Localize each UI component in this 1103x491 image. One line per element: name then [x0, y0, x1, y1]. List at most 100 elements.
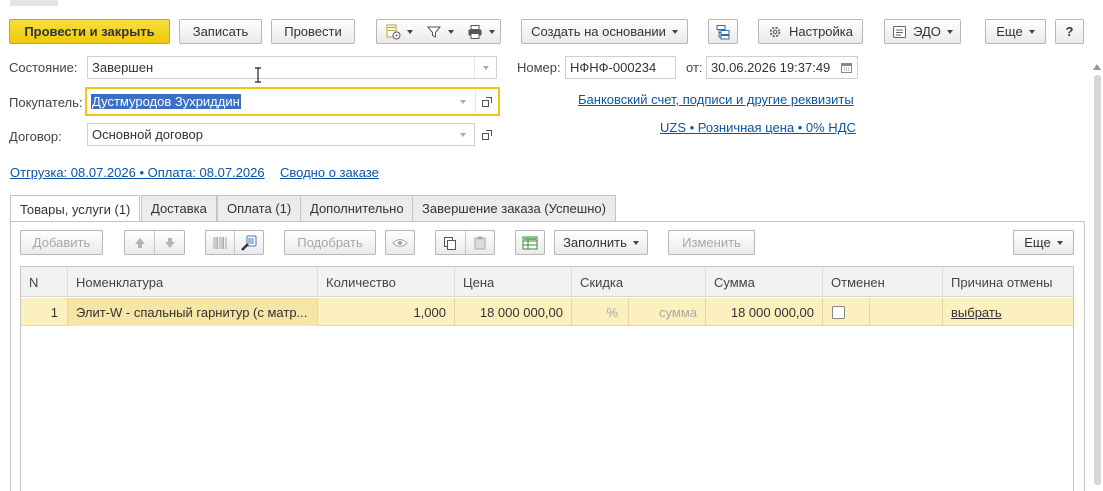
calendar-button[interactable] [835, 57, 857, 78]
change-button[interactable]: Изменить [668, 230, 755, 255]
report-gear-button[interactable] [377, 20, 419, 43]
barcode-buttons-group [205, 230, 264, 255]
scanner-button[interactable] [235, 235, 263, 251]
column-header-quantity[interactable]: Количество [318, 267, 455, 297]
row-cancel-reason[interactable]: выбрать [943, 298, 1073, 326]
more-button[interactable]: Еще [985, 19, 1046, 44]
status-value: Завершен [92, 60, 154, 75]
barcode-scanner-icon [241, 235, 257, 251]
calendar-icon [840, 63, 852, 73]
column-header-cancelled[interactable]: Отменен [823, 267, 943, 297]
copy-button[interactable] [436, 236, 465, 250]
number-label: Номер: [517, 60, 561, 75]
table-more-button[interactable]: Еще [1013, 230, 1074, 255]
number-value: НФНФ-000234 [570, 60, 657, 75]
barcode-button[interactable] [206, 236, 234, 250]
move-down-button[interactable] [155, 237, 184, 249]
eye-icon [392, 238, 408, 247]
create-based-on-button[interactable]: Создать на основании [521, 19, 688, 44]
buyer-value: Дустмуродов Зухриддин [91, 94, 241, 109]
column-header-discount[interactable]: Скидка [572, 267, 706, 297]
open-link-icon [482, 129, 492, 140]
order-summary-link[interactable]: Сводно о заказе [280, 165, 379, 180]
arrow-down-icon [164, 237, 175, 248]
text-cursor-icon [255, 67, 261, 83]
create-based-on-label: Создать на основании [531, 24, 666, 39]
row-cancelled-checkbox[interactable] [832, 305, 845, 319]
paste-icon [474, 236, 486, 249]
status-dropdown-button[interactable] [474, 57, 496, 78]
column-header-n[interactable]: N [21, 267, 68, 297]
view-button[interactable] [385, 230, 415, 255]
structure-button[interactable] [708, 19, 738, 44]
contract-field[interactable]: Основной договор [87, 123, 475, 146]
copy-paste-group [435, 230, 495, 255]
column-header-cancel-reason[interactable]: Причина отмены [943, 267, 1073, 297]
contract-dropdown-button[interactable] [452, 124, 474, 145]
column-header-sum[interactable]: Сумма [706, 267, 823, 297]
barcode-icon [213, 236, 227, 249]
row-item[interactable]: Элит-W - спальный гарнитур (с матр... [68, 298, 318, 326]
fill-button[interactable]: Заполнить [554, 230, 648, 255]
move-up-button[interactable] [125, 237, 154, 249]
arrow-up-icon [134, 237, 145, 248]
fill-from-table-button[interactable] [515, 230, 545, 255]
fill-label: Заполнить [563, 235, 627, 250]
row-quantity[interactable]: 1,000 [318, 298, 455, 326]
row-sum[interactable]: 18 000 000,00 [706, 298, 823, 326]
column-header-item[interactable]: Номенклатура [68, 267, 318, 297]
more-label: Еще [996, 24, 1023, 39]
printer-icon [468, 24, 482, 39]
help-button[interactable]: ? [1055, 19, 1084, 44]
post-button[interactable]: Провести [271, 19, 355, 44]
bank-account-link[interactable]: Банковский счет, подписи и другие реквиз… [578, 92, 854, 107]
vertical-scrollbar-thumb[interactable] [1094, 75, 1101, 485]
status-label: Состояние: [9, 60, 78, 75]
cancel-reason-link[interactable]: выбрать [951, 305, 1002, 320]
contract-value: Основной договор [92, 127, 203, 142]
move-buttons-group [124, 230, 185, 255]
funnel-icon [426, 26, 442, 38]
tab-order-completion[interactable]: Завершение заказа (Успешно) [412, 195, 616, 221]
tab-additional[interactable]: Дополнительно [300, 195, 414, 221]
tab-goods-services[interactable]: Товары, услуги (1) [10, 195, 141, 222]
print-forms-group [376, 19, 501, 44]
buyer-field[interactable]: Дустмуродов Зухриддин [85, 87, 500, 116]
shipment-payment-link[interactable]: Отгрузка: 08.07.2026 • Оплата: 08.07.202… [10, 165, 265, 180]
settings-button[interactable]: Настройка [758, 19, 863, 44]
copy-icon [444, 236, 457, 250]
status-field[interactable]: Завершен [87, 56, 497, 79]
edo-button[interactable]: ЭДО [884, 19, 961, 44]
settings-label: Настройка [789, 24, 853, 39]
top-tab-fragment [10, 0, 58, 6]
row-number: 1 [21, 298, 68, 326]
contract-open-button[interactable] [476, 123, 498, 146]
number-field[interactable]: НФНФ-000234 [565, 56, 676, 79]
row-price[interactable]: 18 000 000,00 [455, 298, 572, 326]
date-field[interactable]: 30.06.2026 19:37:49 [706, 56, 858, 79]
gear-icon [769, 26, 781, 37]
table-more-label: Еще [1024, 235, 1051, 250]
chevron-down-icon [460, 99, 466, 104]
chevron-down-icon [482, 65, 489, 70]
filter-button[interactable] [419, 20, 460, 43]
scroll-up-arrow-icon[interactable] [1093, 64, 1101, 70]
tab-delivery[interactable]: Доставка [141, 195, 217, 221]
row-discount-percent[interactable]: % [572, 298, 629, 326]
edo-icon [893, 25, 907, 38]
buyer-dropdown-button[interactable] [452, 89, 474, 114]
buyer-open-button[interactable] [475, 90, 497, 113]
price-info-link[interactable]: UZS • Розничная цена • 0% НДС [660, 120, 856, 135]
row-discount-sum[interactable]: сумма [629, 298, 706, 326]
tab-payment[interactable]: Оплата (1) [217, 195, 302, 221]
contract-label: Договор: [9, 129, 62, 144]
column-header-price[interactable]: Цена [455, 267, 572, 297]
paste-button[interactable] [466, 236, 495, 250]
row-cancelled-cell [823, 298, 870, 326]
post-and-close-button[interactable]: Провести и закрыть [9, 19, 170, 44]
add-row-button[interactable]: Добавить [20, 230, 103, 255]
edo-label: ЭДО [913, 24, 941, 39]
pick-button[interactable]: Подобрать [284, 230, 376, 255]
save-button[interactable]: Записать [179, 19, 262, 44]
print-button[interactable] [460, 20, 501, 43]
